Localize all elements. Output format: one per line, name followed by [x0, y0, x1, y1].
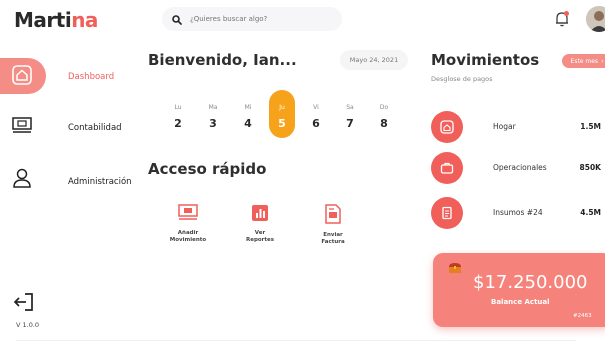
page-title: Bienvenido, Ian...	[148, 51, 297, 69]
day-name: Ju	[279, 104, 285, 111]
day-number: 2	[174, 117, 182, 130]
day-name: Vi	[313, 104, 319, 111]
movement-name: Insumos #24	[493, 208, 543, 217]
date-selector[interactable]: Mayo 24, 2021	[340, 50, 408, 70]
day-name: Ma	[208, 104, 218, 111]
movement-row-insumos[interactable]: Insumos #24 4.5M	[431, 197, 605, 229]
document-icon	[431, 197, 463, 229]
chevron-down-icon: ›	[601, 57, 604, 65]
movement-amount: 4.5M	[580, 208, 601, 217]
balance-amount: $17.250.000	[473, 272, 588, 293]
home-icon	[12, 65, 32, 85]
logout-icon[interactable]	[13, 292, 35, 312]
quick-label: Enviar Factura	[321, 232, 345, 245]
movement-name: Hogar	[493, 122, 516, 131]
day-ju-selected[interactable]: Ju 5	[269, 90, 295, 138]
period-filter-label: Este mes	[570, 57, 599, 65]
day-number: 5	[278, 117, 286, 130]
quick-label: Ver Reportes	[245, 230, 275, 243]
search-bar[interactable]	[162, 7, 342, 31]
day-number: 4	[244, 117, 252, 130]
invoice-icon	[325, 204, 341, 224]
quick-send-invoice-button[interactable]: Enviar Factura	[303, 204, 363, 246]
sidebar-item-dashboard[interactable]: Dashboard	[68, 72, 114, 82]
quick-view-reports-button[interactable]: Ver Reportes	[230, 204, 290, 244]
avatar[interactable]	[586, 6, 605, 32]
day-do[interactable]: Do 8	[370, 96, 398, 130]
day-name: Lu	[174, 104, 182, 111]
brand-name: Marti	[14, 8, 72, 32]
section-title-quick-access: Acceso rápido	[148, 160, 267, 178]
day-number: 6	[312, 117, 320, 130]
sidebar-item-administracion[interactable]: Administración	[68, 177, 132, 187]
search-icon[interactable]	[172, 10, 182, 29]
movement-row-hogar[interactable]: Hogar 1.5M	[431, 111, 605, 143]
app: Martina Dashboard Contabilidad Administr…	[0, 0, 605, 349]
accounting-icon[interactable]	[12, 117, 32, 135]
day-vi[interactable]: Vi 6	[302, 96, 330, 130]
movement-row-operacionales[interactable]: Operacionales 850K	[431, 152, 605, 184]
brand-logo[interactable]: Martina	[14, 8, 98, 32]
day-ma[interactable]: Ma 3	[199, 96, 227, 130]
briefcase-icon	[431, 152, 463, 184]
treasure-chest-icon	[448, 262, 462, 277]
home-icon	[431, 111, 463, 143]
sidebar-item-contabilidad[interactable]: Contabilidad	[68, 123, 122, 133]
day-mi[interactable]: Mi 4	[234, 96, 262, 130]
day-name: Sa	[346, 104, 354, 111]
report-icon	[252, 205, 268, 221]
day-number: 7	[346, 117, 354, 130]
search-input[interactable]	[190, 15, 330, 23]
balance-label: Balance Actual	[491, 298, 550, 306]
day-number: 8	[380, 117, 388, 130]
app-version: V 1.0.0	[16, 321, 40, 329]
quick-add-movement-button[interactable]: Añadir Movimiento	[158, 204, 218, 244]
movements-subtitle: Desglose de pagos	[431, 75, 493, 83]
movement-amount: 850K	[579, 163, 601, 172]
balance-code: #2463	[573, 313, 592, 319]
sidebar-item-dashboard-icon[interactable]	[12, 65, 32, 85]
day-name: Mi	[244, 104, 252, 111]
day-sa[interactable]: Sa 7	[336, 96, 364, 130]
period-filter-dropdown[interactable]: Este mes ›	[562, 54, 605, 68]
day-lu[interactable]: Lu 2	[164, 96, 192, 130]
day-name: Do	[379, 104, 389, 111]
divider	[16, 340, 576, 341]
movements-title: Movimientos	[431, 51, 540, 69]
movement-amount: 1.5M	[580, 122, 601, 131]
quick-label: Añadir Movimiento	[169, 230, 207, 243]
day-number: 3	[209, 117, 217, 130]
user-icon[interactable]	[12, 168, 32, 188]
movement-name: Operacionales	[493, 163, 547, 172]
brand-name-accent: na	[71, 8, 98, 32]
money-icon	[178, 204, 198, 220]
bell-icon[interactable]	[553, 10, 571, 28]
